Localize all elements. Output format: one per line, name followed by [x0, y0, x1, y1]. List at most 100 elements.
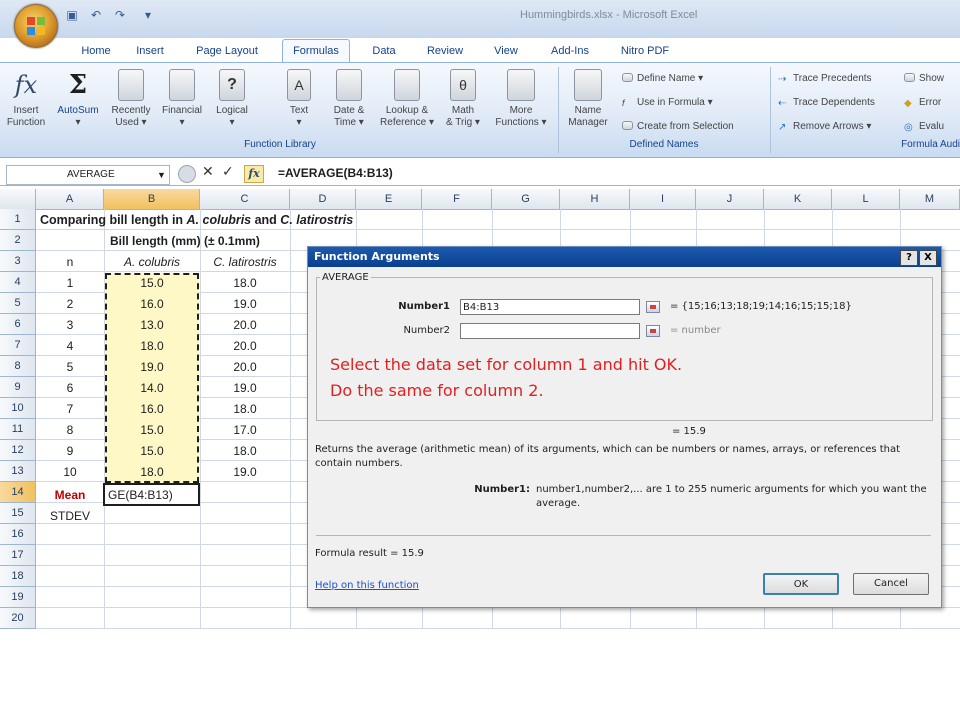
tab-formulas[interactable]: Formulas	[282, 39, 350, 62]
cell-b10[interactable]: 16.0	[104, 399, 200, 420]
recently-used-button[interactable]: Recently Used ▾	[106, 69, 156, 129]
cell-b14-edit[interactable]: GE(B4:B13)	[108, 485, 173, 506]
cell-c8[interactable]: 20.0	[200, 357, 290, 378]
cell-a9[interactable]: 6	[36, 378, 104, 399]
row-header-2[interactable]: 2	[0, 230, 36, 251]
select-all-corner[interactable]	[0, 189, 36, 209]
column-header-m[interactable]: M	[900, 189, 960, 209]
tab-insert[interactable]: Insert	[126, 40, 174, 62]
cell-b12[interactable]: 15.0	[104, 441, 200, 462]
row-header-14[interactable]: 14	[0, 482, 36, 503]
cell-b6[interactable]: 13.0	[104, 315, 200, 336]
row-header-13[interactable]: 13	[0, 461, 36, 482]
row-header-15[interactable]: 15	[0, 503, 36, 524]
row-header-11[interactable]: 11	[0, 419, 36, 440]
formula-input[interactable]: =AVERAGE(B4:B13)	[278, 166, 393, 180]
logical-button[interactable]: ? Logical ▾	[208, 69, 256, 129]
row-header-4[interactable]: 4	[0, 272, 36, 293]
name-box-dropdown-icon[interactable]: ▼	[157, 166, 166, 184]
column-header-f[interactable]: F	[422, 189, 492, 209]
cell-b7[interactable]: 18.0	[104, 336, 200, 357]
cell-a10[interactable]: 7	[36, 399, 104, 420]
cell-a12[interactable]: 9	[36, 441, 104, 462]
row-header-5[interactable]: 5	[0, 293, 36, 314]
office-button[interactable]	[14, 4, 58, 48]
column-header-d[interactable]: D	[290, 189, 356, 209]
define-name-button[interactable]: Define Name ▾	[622, 73, 703, 84]
row-header-7[interactable]: 7	[0, 335, 36, 356]
undo-icon[interactable]: ↶	[88, 8, 104, 22]
cell-a3-n[interactable]: n	[36, 252, 104, 273]
row-header-1[interactable]: 1	[0, 209, 36, 230]
close-icon[interactable]: X	[919, 250, 937, 266]
cell-a13[interactable]: 10	[36, 462, 104, 483]
tab-home[interactable]: Home	[70, 40, 122, 62]
error-checking-button[interactable]: ◆ Error	[904, 97, 941, 109]
number2-input[interactable]	[460, 323, 640, 339]
column-header-b[interactable]: B	[104, 189, 200, 209]
cell-c5[interactable]: 19.0	[200, 294, 290, 315]
help-on-function-link[interactable]: Help on this function	[315, 579, 419, 593]
column-header-a[interactable]: A	[36, 189, 104, 209]
save-icon[interactable]: ▣	[64, 8, 80, 22]
dialog-title-bar[interactable]: Function Arguments ? X	[308, 247, 941, 267]
row-header-18[interactable]: 18	[0, 566, 36, 587]
name-box[interactable]: AVERAGE ▼	[6, 165, 170, 185]
cell-a4[interactable]: 1	[36, 273, 104, 294]
name-manager-button[interactable]: Name Manager	[562, 69, 614, 129]
cell-a6[interactable]: 3	[36, 315, 104, 336]
cell-c6[interactable]: 20.0	[200, 315, 290, 336]
enter-check-icon[interactable]: ✓	[222, 164, 234, 180]
cell-b4[interactable]: 15.0	[104, 273, 200, 294]
cell-b9[interactable]: 14.0	[104, 378, 200, 399]
cell-c9[interactable]: 19.0	[200, 378, 290, 399]
date-time-button[interactable]: Date & Time ▾	[326, 69, 372, 129]
cell-b8[interactable]: 19.0	[104, 357, 200, 378]
column-header-h[interactable]: H	[560, 189, 630, 209]
autosum-button[interactable]: Σ AutoSum ▾	[52, 69, 104, 129]
row-header-9[interactable]: 9	[0, 377, 36, 398]
sheet-title[interactable]: Comparing bill length in A. colubris and…	[40, 210, 353, 231]
column-header-c[interactable]: C	[200, 189, 290, 209]
cell-a15-stdev[interactable]: STDEV	[36, 506, 104, 527]
insert-function-fx-icon[interactable]: fx	[244, 165, 264, 183]
evaluate-formula-button[interactable]: ◎ Evalu	[904, 121, 944, 133]
cancel-entry-icon[interactable]	[178, 165, 196, 183]
tab-view[interactable]: View	[484, 40, 528, 62]
cell-c7[interactable]: 20.0	[200, 336, 290, 357]
tab-page-layout[interactable]: Page Layout	[186, 40, 268, 62]
cell-b3-species[interactable]: A. colubris	[104, 252, 200, 273]
insert-function-button[interactable]: fx Insert Function	[4, 69, 48, 129]
column-header-e[interactable]: E	[356, 189, 422, 209]
use-in-formula-button[interactable]: f Use in Formula ▾	[622, 97, 713, 108]
text-button[interactable]: A Text ▾	[284, 69, 314, 129]
trace-dependents-button[interactable]: ⇠ Trace Dependents	[778, 97, 875, 109]
remove-arrows-button[interactable]: ↗ Remove Arrows ▾	[778, 121, 871, 133]
trace-precedents-button[interactable]: ⇢ Trace Precedents	[778, 73, 872, 85]
column-header-k[interactable]: K	[764, 189, 832, 209]
row-header-3[interactable]: 3	[0, 251, 36, 272]
cell-c3-species[interactable]: C. latirostris	[200, 252, 290, 273]
cell-c12[interactable]: 18.0	[200, 441, 290, 462]
column-header-g[interactable]: G	[492, 189, 560, 209]
help-icon[interactable]: ?	[900, 250, 918, 266]
row-header-12[interactable]: 12	[0, 440, 36, 461]
cell-b5[interactable]: 16.0	[104, 294, 200, 315]
row-header-17[interactable]: 17	[0, 545, 36, 566]
financial-button[interactable]: Financial ▾	[158, 69, 206, 129]
cell-a11[interactable]: 8	[36, 420, 104, 441]
more-functions-button[interactable]: More Functions ▾	[488, 69, 554, 129]
customize-qat-icon[interactable]: ▾	[140, 8, 156, 22]
lookup-reference-button[interactable]: Lookup & Reference ▾	[374, 69, 440, 129]
row-header-16[interactable]: 16	[0, 524, 36, 545]
cell-c13[interactable]: 19.0	[200, 462, 290, 483]
tab-add-ins[interactable]: Add-Ins	[540, 40, 600, 62]
number1-range-picker-icon[interactable]	[646, 301, 660, 313]
cell-b2-header[interactable]: Bill length (mm) (± 0.1mm)	[110, 231, 260, 252]
column-header-j[interactable]: J	[696, 189, 764, 209]
cancel-button[interactable]: Cancel	[853, 573, 929, 595]
math-trig-button[interactable]: θ Math & Trig ▾	[440, 69, 486, 129]
tab-data[interactable]: Data	[362, 40, 406, 62]
cancel-x-icon[interactable]: ✕	[202, 164, 214, 180]
number2-range-picker-icon[interactable]	[646, 325, 660, 337]
